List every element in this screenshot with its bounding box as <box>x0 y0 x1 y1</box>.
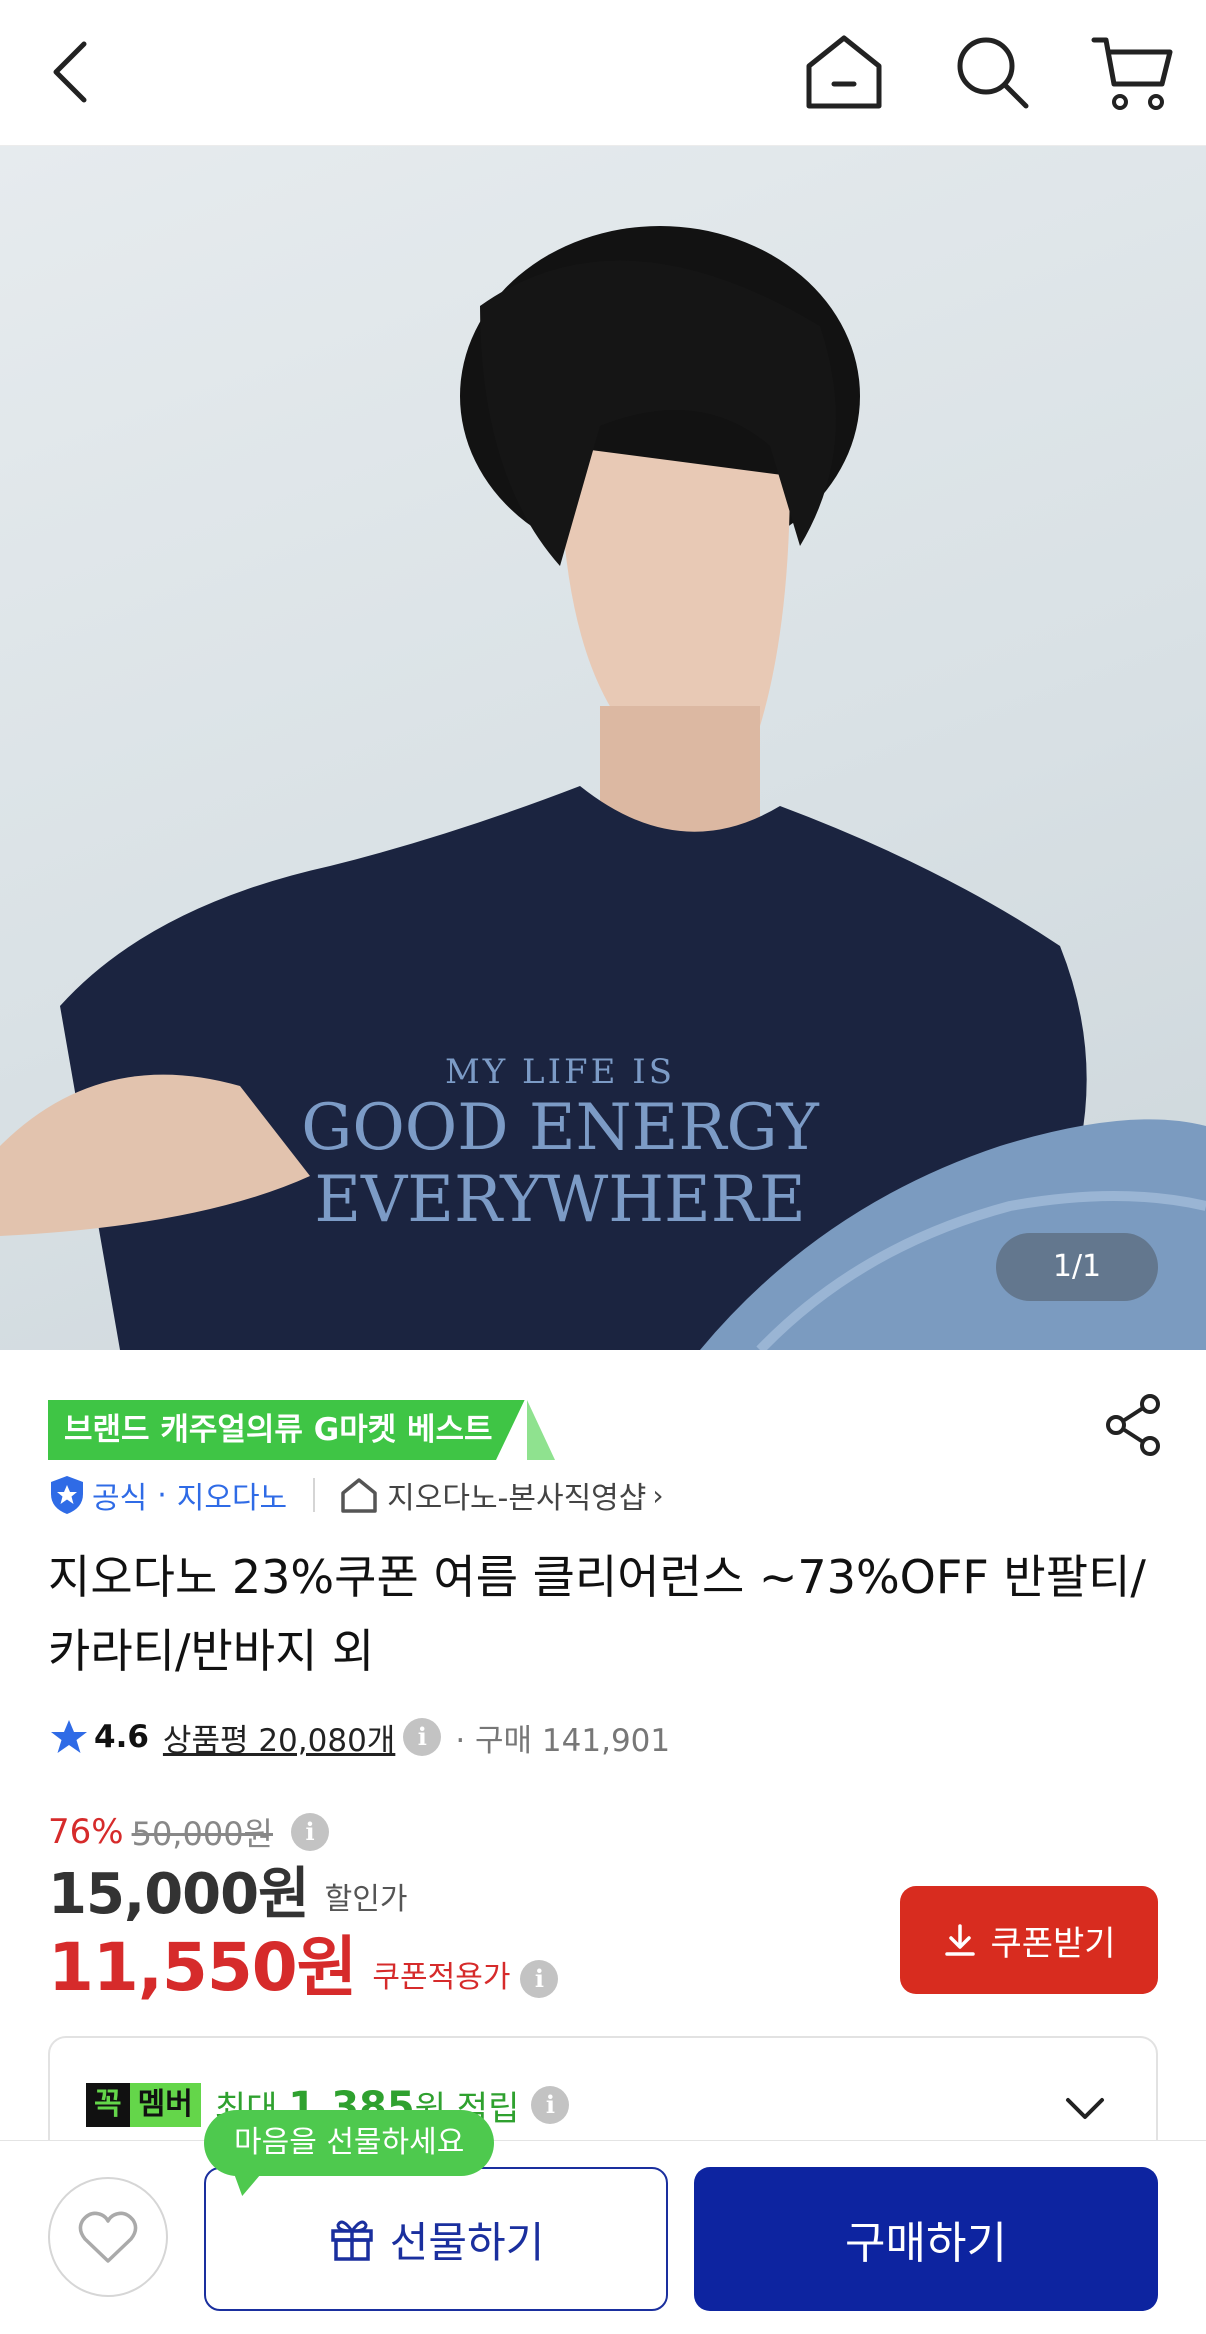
brand-link[interactable]: 지오다노 <box>177 1473 287 1517</box>
member-tag-part: 멤버 <box>129 2083 201 2127</box>
shirt-print-line: GOOD ENERGY <box>301 1091 819 1165</box>
shirt-print: MY LIFE IS GOOD ENERGY EVERYWHERE <box>300 1052 820 1236</box>
top-nav-bar <box>0 0 1206 146</box>
shop-home-icon <box>341 1478 377 1513</box>
official-label: 공식 <box>92 1481 148 1516</box>
star-icon <box>51 1720 87 1753</box>
rating-row: 4.6 상품평 20,080개 i · 구매 141,901 <box>50 1712 670 1762</box>
sale-price-label: 할인가 <box>324 1882 408 1917</box>
member-tag-part: 꼭 <box>86 2083 130 2127</box>
info-icon[interactable]: i <box>291 1813 329 1851</box>
search-icon[interactable] <box>952 32 1032 112</box>
shirt-print-line: MY LIFE IS <box>444 1052 675 1092</box>
info-icon[interactable]: i <box>520 1960 559 1998</box>
share-icon[interactable] <box>1104 1394 1162 1456</box>
product-title: 지오다노 23%쿠폰 여름 클리어런스 ~73%OFF 반팔티/카라티/반바지 … <box>48 1550 1146 1678</box>
buy-button[interactable]: 구매하기 <box>694 2167 1158 2311</box>
bottom-action-bar: 선물하기 구매하기 <box>0 2140 1206 2334</box>
product-image[interactable]: MY LIFE IS GOOD ENERGY EVERYWHERE <box>0 146 1206 1350</box>
rating-value: 4.6 <box>94 1719 149 1755</box>
cart-icon[interactable] <box>1090 32 1176 114</box>
purchase-count: · 구매 141,901 <box>455 1722 671 1759</box>
shop-link[interactable]: 지오다노-본사직영샵 <box>387 1473 646 1517</box>
divider <box>313 1478 316 1512</box>
badge-corner <box>527 1400 555 1460</box>
coupon-price-label: 쿠폰적용가 <box>372 1960 511 1995</box>
chevron-left-icon[interactable] <box>44 36 100 108</box>
chevron-down-icon[interactable] <box>1062 2086 1108 2132</box>
coupon-price: 11,550원 <box>48 1929 357 2006</box>
buy-button-label: 구매하기 <box>845 2218 1007 2269</box>
discount-rate: 76% <box>48 1812 124 1852</box>
heart-icon <box>78 2211 138 2263</box>
gift-icon <box>330 2220 373 2261</box>
coupon-price-row: 11,550원 쿠폰적용가 i <box>48 1929 559 2010</box>
official-shield-icon <box>51 1476 83 1514</box>
info-icon[interactable]: i <box>531 2086 570 2124</box>
store-row: 공식 · 지오다노 지오다노-본사직영샵 › <box>48 1470 664 1520</box>
info-icon[interactable]: i <box>403 1718 442 1756</box>
wishlist-button[interactable] <box>48 2177 168 2297</box>
download-icon <box>945 1924 976 1956</box>
member-tag: 꼭 멤버 <box>86 2083 201 2127</box>
review-link[interactable]: 상품평 20,080개 <box>163 1715 395 1760</box>
shirt-print-line: EVERYWHERE <box>314 1163 806 1237</box>
get-coupon-label: 쿠폰받기 <box>990 1923 1116 1964</box>
best-badge: 브랜드 캐주얼의류 G마켓 베스트 <box>48 1400 525 1460</box>
chevron-right-icon[interactable]: › <box>652 1479 663 1512</box>
separator-dot: · <box>157 1477 167 1513</box>
image-counter: 1/1 <box>996 1233 1158 1301</box>
gift-button-label: 선물하기 <box>389 2217 545 2267</box>
home-icon[interactable] <box>803 32 885 112</box>
get-coupon-button[interactable]: 쿠폰받기 <box>900 1886 1158 1994</box>
gift-button[interactable]: 선물하기 <box>204 2167 668 2311</box>
gift-tooltip: 마음을 선물하세요 <box>204 2110 495 2176</box>
